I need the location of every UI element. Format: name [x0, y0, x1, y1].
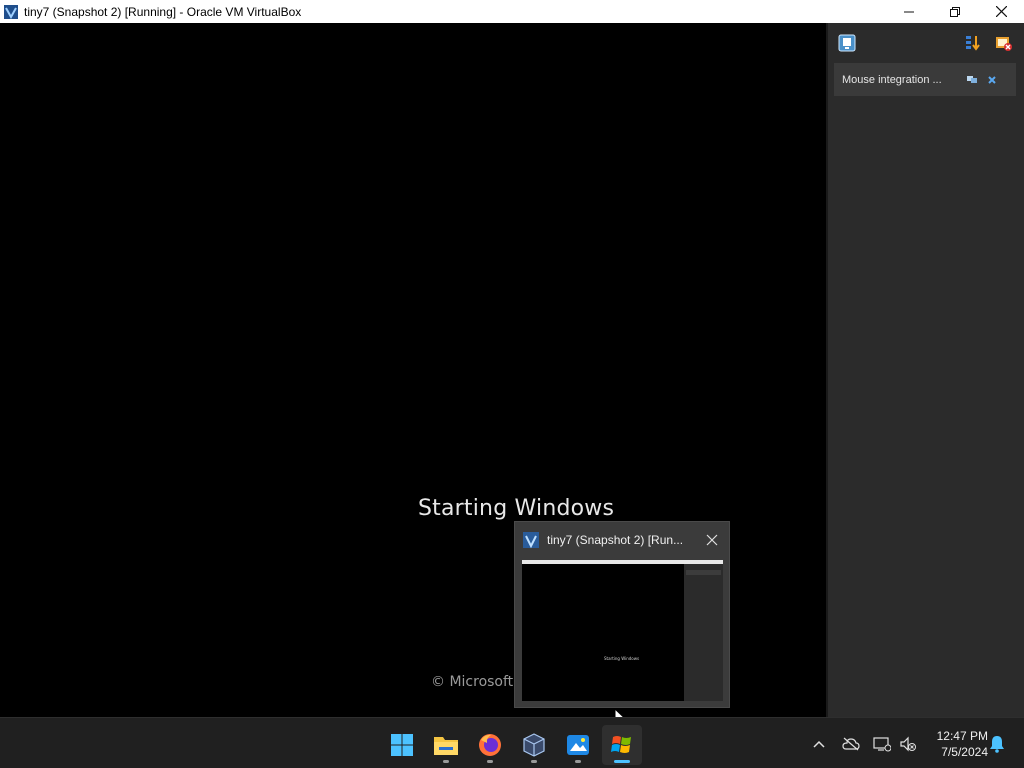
running-indicator — [531, 760, 537, 763]
taskbar-file-explorer[interactable] — [426, 725, 466, 765]
start-button[interactable] — [382, 725, 422, 765]
preview-close-icon[interactable] — [705, 533, 719, 547]
notification-text: Mouse integration ... — [842, 73, 942, 86]
taskbar-firefox[interactable] — [470, 725, 510, 765]
close-button[interactable] — [978, 0, 1024, 23]
close-all-icon[interactable] — [994, 33, 1014, 53]
taskbar-virtualbox[interactable] — [514, 725, 554, 765]
notifications-button[interactable] — [988, 735, 1006, 753]
taskbar: 12:47 PM 7/5/2024 — [0, 717, 1024, 768]
microsoft-copyright: © Microsoft — [431, 674, 514, 690]
virtualbox-icon — [523, 733, 545, 757]
volume-tray[interactable] — [899, 735, 917, 753]
thumbnail-boot-text: Starting Windows — [604, 656, 640, 661]
taskbar-window-preview[interactable]: tiny7 (Snapshot 2) [Run... Starting Wind… — [514, 521, 730, 708]
network-tray[interactable] — [873, 735, 891, 753]
virtualbox-vm-icon — [523, 532, 539, 549]
cloud-offline-icon — [842, 737, 860, 751]
paint-icon — [567, 735, 589, 755]
preview-title: tiny7 (Snapshot 2) [Run... — [547, 533, 684, 547]
preview-thumbnail[interactable]: Starting Windows — [522, 560, 723, 701]
thumbnail-side-panel — [684, 564, 723, 701]
running-indicator — [487, 760, 493, 763]
notification-center-icon[interactable] — [837, 33, 857, 53]
active-indicator — [614, 760, 630, 763]
minimize-button[interactable] — [886, 0, 932, 23]
keep-icon[interactable] — [964, 72, 980, 88]
start-icon — [391, 734, 413, 756]
volume-muted-icon — [900, 736, 916, 752]
firefox-icon — [479, 734, 501, 756]
notification-center-panel: Mouse integration ... — [826, 23, 1024, 717]
onedrive-tray[interactable] — [842, 735, 860, 753]
taskbar-tiny7-vm[interactable] — [602, 725, 642, 765]
virtualbox-app-icon — [4, 4, 18, 19]
bell-icon — [990, 736, 1004, 753]
system-clock[interactable]: 12:47 PM 7/5/2024 — [922, 728, 988, 760]
show-hidden-icons-button[interactable] — [810, 735, 828, 753]
dismiss-icon[interactable] — [984, 72, 1000, 88]
window-title: tiny7 (Snapshot 2) [Running] - Oracle VM… — [24, 4, 302, 19]
network-icon — [873, 737, 891, 752]
notification-card[interactable]: Mouse integration ... — [834, 63, 1016, 96]
thumbnail-notification — [686, 570, 721, 575]
taskbar-paint[interactable] — [558, 725, 598, 765]
title-bar[interactable]: tiny7 (Snapshot 2) [Running] - Oracle VM… — [0, 0, 1024, 23]
file-explorer-icon — [434, 737, 458, 755]
sort-icon[interactable] — [963, 33, 983, 53]
notification-toolbar — [828, 23, 1024, 61]
running-indicator — [575, 760, 581, 763]
running-indicator — [443, 760, 449, 763]
boot-status-text: Starting Windows — [418, 496, 615, 521]
clock-time: 12:47 PM — [936, 729, 988, 743]
restore-button[interactable] — [932, 0, 978, 23]
chevron-up-icon — [813, 740, 825, 748]
windows-vm-icon — [611, 736, 631, 753]
clock-date: 7/5/2024 — [941, 745, 988, 759]
